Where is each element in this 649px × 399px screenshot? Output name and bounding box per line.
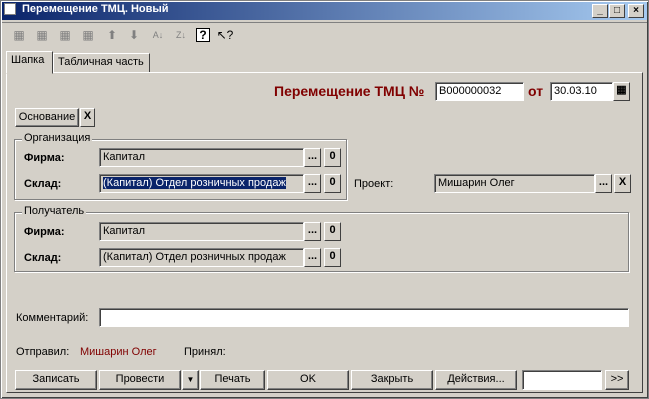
project-select-button[interactable]: ...	[595, 174, 612, 193]
sender-label: Отправил:	[16, 346, 70, 358]
sender-value: Мишарин Олег	[80, 346, 157, 358]
org-warehouse-label: Склад:	[24, 178, 62, 190]
edit-row-icon[interactable]: ▦	[79, 26, 97, 44]
sort-asc-icon[interactable]: A↓	[149, 26, 167, 44]
ok-button[interactable]: OK	[267, 370, 349, 390]
close-form-button[interactable]: Закрыть	[351, 370, 433, 390]
post-dropdown-button[interactable]: ▼	[182, 370, 199, 390]
window-title: Перемещение ТМЦ. Новый	[22, 3, 169, 15]
org-warehouse-field[interactable]: (Капитал) Отдел розничных продаж	[99, 174, 304, 193]
organization-group-title: Организация	[22, 132, 93, 144]
sort-desc-icon[interactable]: Z↓	[172, 26, 190, 44]
actions-button[interactable]: Действия...	[435, 370, 517, 390]
app-icon	[4, 3, 16, 15]
basis-clear-button[interactable]: X	[80, 108, 95, 127]
post-button[interactable]: Провести	[99, 370, 181, 390]
project-field[interactable]: Мишарин Олег	[434, 174, 595, 193]
document-title: Перемещение ТМЦ №	[274, 83, 425, 99]
delete-row-icon[interactable]: ▦	[56, 26, 74, 44]
more-button[interactable]: >>	[605, 370, 629, 390]
rec-warehouse-field[interactable]: (Капитал) Отдел розничных продаж	[99, 248, 304, 267]
org-warehouse-select-button[interactable]: ...	[304, 174, 321, 193]
rec-warehouse-select-button[interactable]: ...	[304, 248, 321, 267]
help-icon[interactable]: ?	[196, 28, 210, 42]
toolbar-divider	[2, 22, 647, 23]
print-button[interactable]: Печать	[200, 370, 265, 390]
move-down-icon[interactable]: ⬇	[125, 26, 143, 44]
receiver-label: Принял:	[184, 346, 226, 358]
tab-table-part[interactable]: Табличная часть	[53, 53, 150, 73]
org-warehouse-value: (Капитал) Отдел розничных продаж	[103, 177, 286, 189]
org-firm-field[interactable]: Капитал	[99, 148, 304, 167]
rec-warehouse-label: Склад:	[24, 252, 62, 264]
tab-header[interactable]: Шапка	[6, 51, 53, 74]
doc-number-field[interactable]: В000000032	[435, 82, 524, 101]
project-label: Проект:	[354, 178, 394, 190]
rec-warehouse-open-button[interactable]: 0	[324, 248, 341, 267]
quick-input-field[interactable]	[522, 370, 602, 390]
date-field[interactable]: 30.03.10	[550, 82, 613, 101]
comment-label: Комментарий:	[16, 312, 89, 324]
add-row-icon[interactable]: ▦	[10, 26, 28, 44]
context-help-icon[interactable]: ↖?	[216, 26, 234, 44]
org-firm-select-button[interactable]: ...	[304, 148, 321, 167]
rec-firm-open-button[interactable]: 0	[324, 222, 341, 241]
calendar-icon: ▦	[616, 84, 627, 96]
save-button[interactable]: Записать	[15, 370, 97, 390]
org-warehouse-open-button[interactable]: 0	[324, 174, 341, 193]
org-firm-label: Фирма:	[24, 152, 65, 164]
rec-firm-select-button[interactable]: ...	[304, 222, 321, 241]
rec-firm-field[interactable]: Капитал	[99, 222, 304, 241]
basis-button[interactable]: Основание	[15, 108, 79, 127]
copy-row-icon[interactable]: ▦	[33, 26, 51, 44]
move-up-icon[interactable]: ⬆	[103, 26, 121, 44]
maximize-button[interactable]: □	[609, 4, 625, 18]
minimize-button[interactable]: _	[592, 4, 608, 18]
date-label: от	[528, 83, 544, 99]
project-clear-button[interactable]: X	[614, 174, 631, 193]
chevron-down-icon: ▼	[186, 375, 195, 384]
calendar-button[interactable]: ▦	[613, 82, 630, 101]
close-button[interactable]: ×	[628, 4, 644, 18]
comment-field[interactable]	[99, 308, 629, 327]
rec-firm-label: Фирма:	[24, 226, 65, 238]
org-firm-open-button[interactable]: 0	[324, 148, 341, 167]
recipient-group-title: Получатель	[22, 205, 87, 217]
